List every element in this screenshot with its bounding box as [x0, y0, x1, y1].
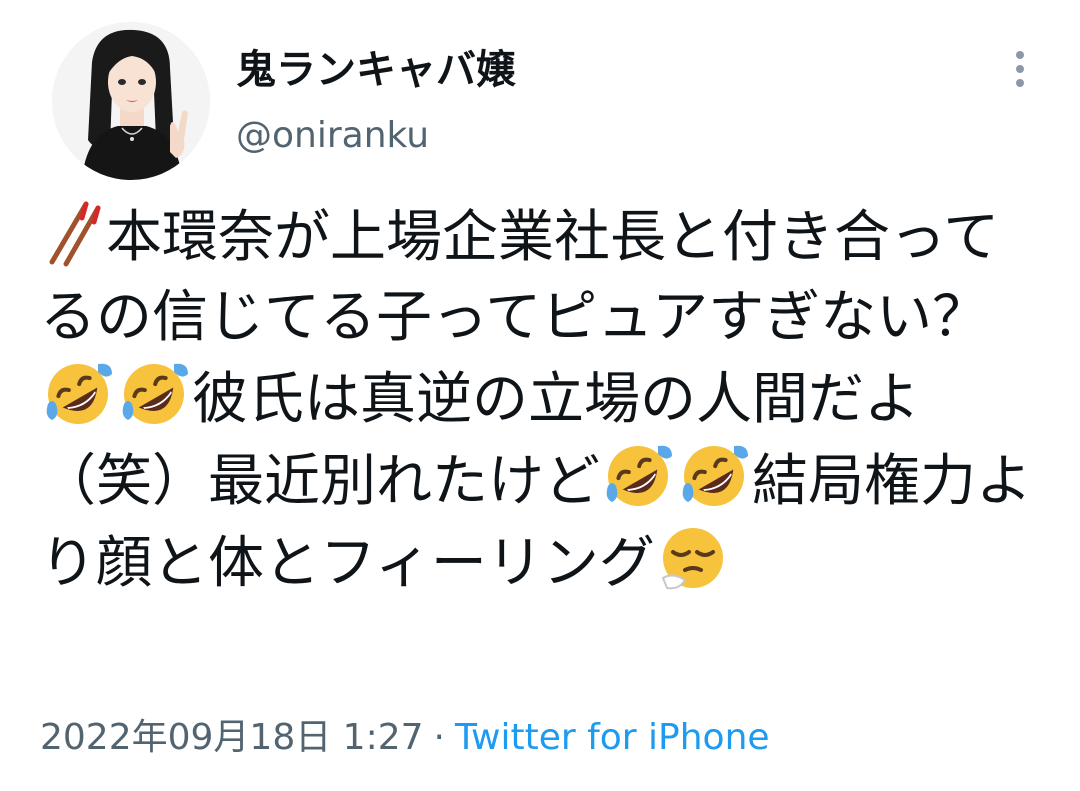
avatar-illustration [52, 22, 210, 180]
rolling-on-floor-laughing-emoji [46, 363, 112, 424]
tweet: 鬼ランキャバ嬢 @oniranku 本環奈が上場企業社長と付き合ってるの信じてる… [0, 0, 1080, 791]
more-dot-icon [1016, 51, 1024, 59]
more-options-button[interactable] [1000, 44, 1040, 94]
timestamp[interactable]: 2022年09月18日 1:27 [40, 717, 424, 758]
avatar[interactable] [52, 22, 210, 180]
rolling-on-floor-laughing-emoji [682, 445, 748, 506]
more-dot-icon [1016, 65, 1024, 73]
rolling-on-floor-laughing-emoji [122, 363, 188, 424]
user-handle[interactable]: @oniranku [236, 112, 429, 160]
source-link[interactable]: Twitter for iPhone [455, 717, 770, 758]
rolling-on-floor-laughing-emoji [606, 445, 672, 506]
tweet-text: 本環奈が上場企業社長と付き合ってるの信じてる子ってピュアすぎない？ 彼氏は真逆の… [40, 196, 1050, 604]
display-name[interactable]: 鬼ランキャバ嬢 [236, 44, 516, 96]
tweet-text-segment: 本環奈が上場企業社長と付き合ってるの信じてる子ってピュアすぎない？ [40, 205, 1000, 350]
tweet-meta: 2022年09月18日 1:27 · Twitter for iPhone [40, 712, 770, 764]
meta-separator: · [433, 717, 445, 758]
chopsticks-emoji [49, 201, 101, 267]
more-dot-icon [1016, 79, 1024, 87]
sleepy-face-emoji [661, 528, 723, 590]
